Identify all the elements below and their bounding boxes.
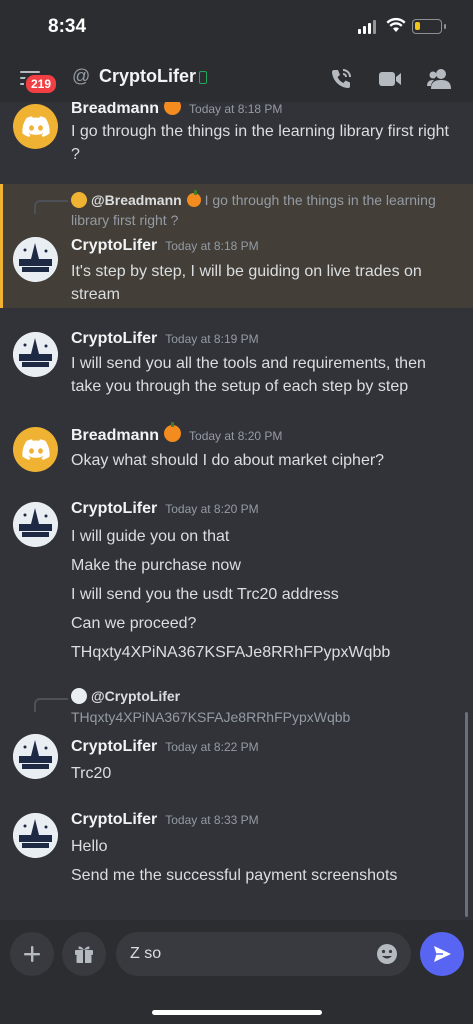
pumpkin-emoji-icon bbox=[164, 422, 182, 442]
message-author[interactable]: CryptoLifer Today at 8:20 PM bbox=[71, 500, 259, 518]
status-time: 8:34 bbox=[48, 16, 87, 37]
channel-header: 219 @ CryptoLifer bbox=[0, 56, 473, 102]
message-author[interactable]: Breadmann Today at 8:18 PM bbox=[71, 102, 282, 118]
message-text: Hello bbox=[71, 838, 108, 855]
message-timestamp: Today at 8:20 PM bbox=[165, 502, 259, 516]
message-author[interactable]: CryptoLifer Today at 8:19 PM bbox=[71, 330, 259, 348]
message-text: Okay what should I do about market ciphe… bbox=[71, 452, 385, 469]
message-text: Trc20 bbox=[71, 765, 112, 782]
add-attachment-button[interactable] bbox=[10, 932, 54, 976]
pumpkin-emoji-icon bbox=[164, 102, 182, 115]
voice-call-icon[interactable] bbox=[328, 66, 354, 92]
message-input[interactable] bbox=[116, 932, 411, 976]
reply-avatar bbox=[71, 192, 87, 208]
author-name: Breadmann bbox=[71, 102, 160, 117]
avatar[interactable] bbox=[13, 427, 58, 472]
send-icon bbox=[434, 946, 451, 962]
reply-avatar bbox=[71, 688, 87, 704]
pumpkin-emoji-icon bbox=[186, 190, 201, 207]
video-call-icon[interactable] bbox=[377, 66, 403, 92]
avatar[interactable] bbox=[13, 813, 58, 858]
avatar[interactable] bbox=[13, 104, 58, 149]
message-list[interactable]: Breadmann Today at 8:18 PM I go through t… bbox=[0, 102, 473, 920]
plus-icon bbox=[24, 946, 40, 962]
message-author[interactable]: CryptoLifer Today at 8:33 PM bbox=[71, 811, 259, 829]
message-author[interactable]: CryptoLifer Today at 8:22 PM bbox=[71, 738, 259, 756]
avatar[interactable] bbox=[13, 237, 58, 282]
reply-mention: @CryptoLifer bbox=[91, 688, 181, 704]
send-button[interactable] bbox=[420, 932, 464, 976]
message-text: Can we proceed? bbox=[71, 615, 197, 632]
author-name: Breadmann bbox=[71, 427, 160, 444]
author-name: CryptoLifer bbox=[71, 811, 158, 828]
message-text: Send me the successful payment screensho… bbox=[71, 867, 398, 884]
members-icon[interactable] bbox=[426, 66, 452, 92]
signal-icon bbox=[358, 20, 378, 34]
emoji-icon[interactable] bbox=[376, 943, 398, 965]
reply-text: THqxty4XPiNA367KSFAJe8RRhFPypxWqbb bbox=[71, 709, 351, 725]
message-text: Make the purchase now bbox=[71, 557, 241, 574]
channel-title[interactable]: CryptoLifer bbox=[99, 66, 196, 87]
message-text: I will send you all the tools and requir… bbox=[71, 355, 426, 395]
cryptolifer-logo-icon bbox=[13, 502, 58, 547]
message-composer bbox=[0, 920, 473, 1024]
reply-preview[interactable]: @CryptoLifer bbox=[71, 686, 451, 706]
cryptolifer-logo-icon bbox=[13, 734, 58, 779]
message-timestamp: Today at 8:20 PM bbox=[189, 429, 283, 443]
home-indicator bbox=[152, 1010, 322, 1015]
message-timestamp: Today at 8:18 PM bbox=[189, 102, 283, 116]
discord-logo-icon bbox=[21, 115, 50, 137]
cryptolifer-logo-icon bbox=[13, 813, 58, 858]
discord-logo-icon bbox=[21, 438, 50, 460]
dm-at-icon: @ bbox=[72, 66, 91, 86]
reply-preview[interactable]: @Breadmann I go through the things in th… bbox=[71, 190, 451, 230]
message-text: THqxty4XPiNA367KSFAJe8RRhFPypxWqbb bbox=[71, 644, 391, 661]
message-timestamp: Today at 8:19 PM bbox=[165, 332, 259, 346]
cryptolifer-logo-icon bbox=[13, 332, 58, 377]
message-author[interactable]: Breadmann Today at 8:20 PM bbox=[71, 422, 283, 445]
message-timestamp: Today at 8:18 PM bbox=[165, 239, 259, 253]
scrollbar[interactable] bbox=[465, 712, 468, 917]
status-bar: 8:34 bbox=[0, 0, 473, 56]
avatar[interactable] bbox=[13, 332, 58, 377]
message-timestamp: Today at 8:22 PM bbox=[165, 740, 259, 754]
message-text: I go through the things in the learning … bbox=[71, 123, 449, 163]
author-name: CryptoLifer bbox=[71, 500, 158, 517]
author-name: CryptoLifer bbox=[71, 237, 158, 254]
author-name: CryptoLifer bbox=[71, 738, 158, 755]
cryptolifer-logo-icon bbox=[13, 237, 58, 282]
avatar[interactable] bbox=[13, 502, 58, 547]
gift-button[interactable] bbox=[62, 932, 106, 976]
message-text: It's step by step, I will be guiding on … bbox=[71, 263, 422, 303]
wifi-icon bbox=[386, 17, 406, 32]
gift-icon bbox=[75, 946, 93, 963]
unread-badge: 219 bbox=[24, 73, 59, 95]
reply-mention: @Breadmann bbox=[91, 192, 182, 208]
mobile-online-icon bbox=[199, 71, 207, 84]
message-timestamp: Today at 8:33 PM bbox=[165, 813, 259, 827]
reply-connector bbox=[34, 200, 68, 214]
message-author[interactable]: CryptoLifer Today at 8:18 PM bbox=[71, 237, 259, 255]
author-name: CryptoLifer bbox=[71, 330, 158, 347]
message-text: I will guide you on that bbox=[71, 528, 230, 545]
avatar[interactable] bbox=[13, 734, 58, 779]
reply-connector bbox=[34, 698, 68, 712]
message-text: I will send you the usdt Trc20 address bbox=[71, 586, 339, 603]
battery-icon bbox=[412, 19, 446, 34]
battery-level bbox=[415, 22, 420, 30]
